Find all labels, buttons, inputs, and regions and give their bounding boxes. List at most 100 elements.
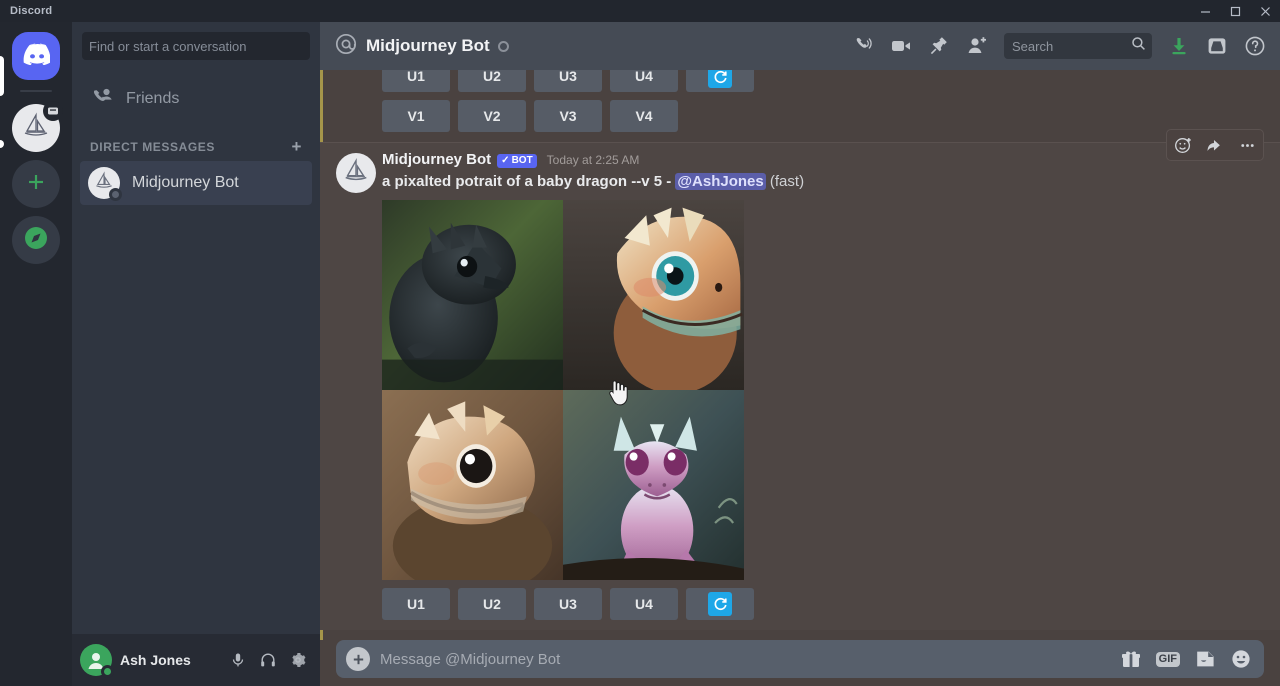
channel-title: Midjourney Bot [334, 32, 838, 61]
window-controls [1190, 0, 1280, 22]
close-button[interactable] [1250, 0, 1280, 22]
variation-button-v1-previous[interactable]: V1 [382, 100, 450, 132]
guild-rail [0, 22, 72, 686]
app-body: Find or start a conversation Friends DIR… [0, 22, 1280, 686]
user-mention[interactable]: @AshJones [675, 173, 766, 190]
home-button[interactable] [12, 32, 60, 80]
page-title: Midjourney Bot [366, 36, 490, 55]
user-panel: Ash Jones [72, 634, 320, 686]
minimize-button[interactable] [1190, 0, 1220, 22]
direct-messages-header: DIRECT MESSAGES + [80, 120, 312, 161]
downloads-icon[interactable] [1162, 29, 1196, 63]
microphone-icon[interactable] [224, 646, 252, 674]
status-badge [497, 40, 509, 52]
maximize-button[interactable] [1220, 0, 1250, 22]
previous-message-buttons: U1 U2 U3 U4 V1 V2 V3 V4 [320, 70, 1280, 142]
channel-header: Midjourney Bot Search [320, 22, 1280, 70]
add-server-button[interactable] [12, 160, 60, 208]
inbox-icon[interactable] [1200, 29, 1234, 63]
upscale-button-u3[interactable]: U3 [534, 587, 602, 620]
generated-image-1[interactable] [382, 199, 563, 390]
composer-actions: GIF [1120, 648, 1252, 670]
add-friends-icon[interactable] [960, 29, 994, 63]
upscale-button-row: U1 U2 U3 U4 [382, 587, 1232, 620]
user-name-label: Ash Jones [120, 652, 191, 668]
create-dm-button[interactable]: + [291, 138, 302, 155]
direct-messages-title: DIRECT MESSAGES [90, 139, 216, 154]
search-icon [1131, 36, 1146, 56]
conversation-search-container: Find or start a conversation [72, 22, 320, 70]
redo-icon [708, 70, 732, 88]
plus-icon [26, 172, 46, 197]
find-conversation-placeholder: Find or start a conversation [89, 38, 247, 54]
upscale-button-u3-previous[interactable]: U3 [534, 70, 602, 92]
message-composer: Message @Midjourney Bot GIF [320, 640, 1280, 686]
avatar[interactable] [336, 153, 376, 193]
reply-icon[interactable] [1199, 130, 1231, 160]
avatar [88, 167, 122, 201]
sidebar-item-friends-label: Friends [126, 90, 180, 107]
compass-icon [23, 225, 49, 256]
headphones-icon[interactable] [254, 646, 282, 674]
generated-image-2[interactable] [563, 199, 744, 390]
dm-item-midjourney-bot[interactable]: Midjourney Bot [80, 161, 312, 205]
header-actions: Search [846, 29, 1272, 63]
bot-badge: ✓ BOT [497, 154, 537, 168]
variation-button-v3-previous[interactable]: V3 [534, 100, 602, 132]
composer-box[interactable]: Message @Midjourney Bot GIF [336, 640, 1264, 678]
app-brand-label: Discord [10, 5, 53, 17]
message-midjourney-result[interactable]: Midjourney Bot ✓ BOT Today at 2:25 AM a … [320, 129, 1280, 630]
upscale-button-u1[interactable]: U1 [382, 587, 450, 620]
search-input[interactable]: Search [1004, 33, 1152, 59]
variation-button-row-previous: V1 V2 V3 V4 [382, 100, 1280, 132]
message-speed-suffix: (fast) [769, 173, 805, 190]
pinned-messages-icon[interactable] [922, 29, 956, 63]
message-author[interactable]: Midjourney Bot [382, 151, 491, 169]
user-controls [224, 646, 312, 674]
rail-divider [20, 90, 52, 92]
generated-image-grid[interactable] [382, 199, 744, 580]
message-content: a pixalted potrait of a baby dragon --v … [382, 172, 1232, 192]
server-midjourney[interactable] [12, 101, 63, 152]
sticker-icon[interactable] [1194, 648, 1216, 670]
generated-image-3[interactable] [382, 389, 563, 580]
upscale-button-u4-previous[interactable]: U4 [610, 70, 678, 92]
help-icon[interactable] [1238, 29, 1272, 63]
avatar[interactable] [80, 644, 114, 678]
gif-icon[interactable]: GIF [1155, 651, 1180, 667]
message-list[interactable]: U1 U2 U3 U4 V1 V2 V3 V4 Midjourney Bot ✓… [320, 70, 1280, 640]
add-reaction-icon[interactable] [1167, 130, 1199, 160]
message-prompt-text: a pixalted potrait of a baby dragon --v … [382, 173, 672, 190]
upscale-button-u1-previous[interactable]: U1 [382, 70, 450, 92]
upscale-button-u2-previous[interactable]: U2 [458, 70, 526, 92]
emoji-icon[interactable] [1230, 648, 1252, 670]
variation-button-v4-previous[interactable]: V4 [610, 100, 678, 132]
upscale-button-u4[interactable]: U4 [610, 587, 678, 620]
sailboat-icon [341, 156, 371, 191]
more-options-icon[interactable] [1231, 130, 1263, 160]
start-call-icon[interactable] [846, 29, 880, 63]
verified-check-icon: ✓ [501, 155, 510, 166]
upscale-button-u2[interactable]: U2 [458, 587, 526, 620]
discord-window: Discord Find or start a conversation Fri… [0, 0, 1280, 686]
upload-attachment-button[interactable] [346, 647, 370, 671]
sidebar-item-friends[interactable]: Friends [80, 78, 312, 120]
message-input[interactable]: Message @Midjourney Bot [380, 651, 1110, 668]
upscale-button-row-previous: U1 U2 U3 U4 [382, 70, 1280, 92]
explore-servers-button[interactable] [12, 216, 60, 264]
redo-button[interactable] [686, 587, 754, 620]
status-badge [101, 665, 114, 678]
variation-button-v2-previous[interactable]: V2 [458, 100, 526, 132]
find-conversation-input[interactable]: Find or start a conversation [82, 32, 310, 60]
generated-image-4[interactable] [563, 389, 744, 580]
unread-guild-pill [0, 140, 4, 148]
discord-logo-icon [22, 43, 51, 70]
status-badge [109, 188, 122, 201]
redo-icon [708, 591, 732, 616]
dm-list: Friends DIRECT MESSAGES + Midjourney Bot [72, 70, 320, 634]
redo-button-previous[interactable] [686, 70, 754, 92]
video-call-icon[interactable] [884, 29, 918, 63]
gift-icon[interactable] [1120, 648, 1142, 670]
message-timestamp: Today at 2:25 AM [546, 152, 640, 167]
gear-icon[interactable] [284, 646, 312, 674]
